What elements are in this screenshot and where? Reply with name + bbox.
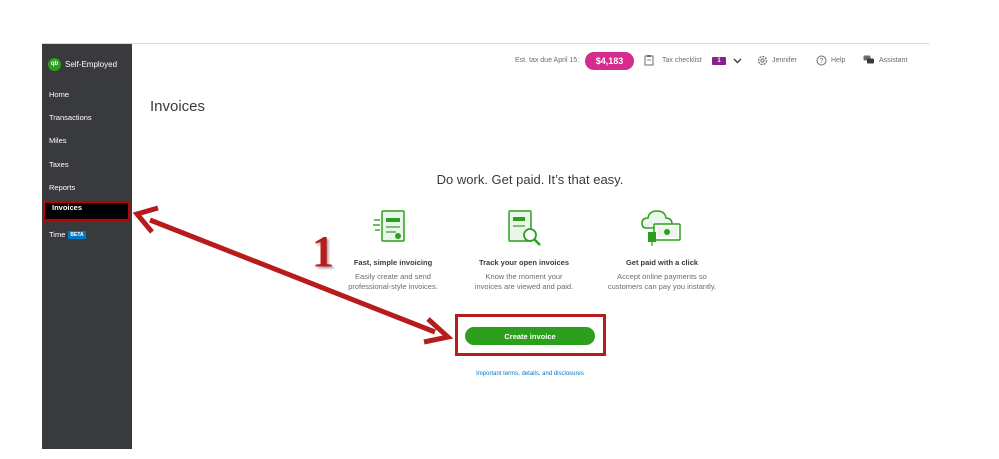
double-headed-arrow-annotation: [132, 205, 454, 345]
